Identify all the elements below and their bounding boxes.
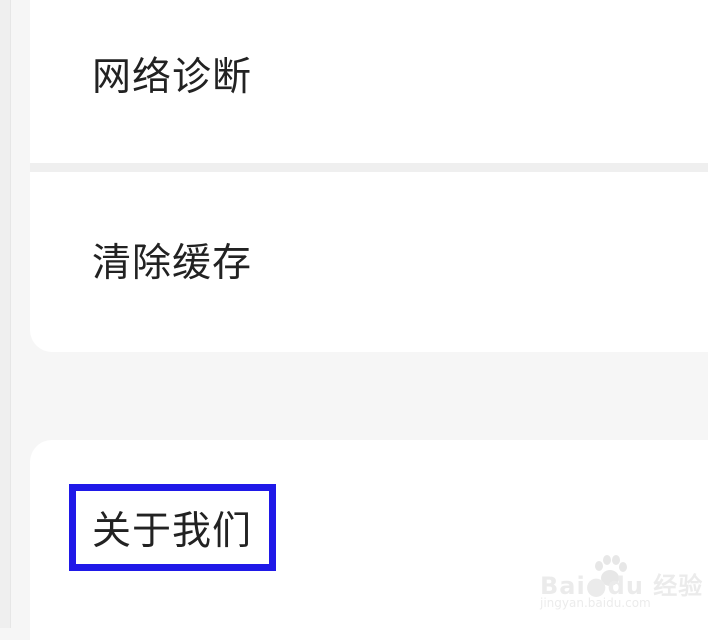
left-edge-shadow [0,0,11,628]
divider [30,163,708,172]
settings-item-label: 关于我们 [92,509,253,554]
settings-item-label: 网络诊断 [92,55,253,100]
watermark-url: jingyan.baidu.com [540,596,651,610]
settings-item-network-diagnosis[interactable]: 网络诊断 [30,0,708,163]
settings-card-tools: 网络诊断 清除缓存 [30,0,708,352]
baidu-jingyan-watermark: Bai●du 经验 jingyan.baidu.com [540,552,708,618]
settings-item-label: 清除缓存 [92,241,253,286]
settings-item-clear-cache[interactable]: 清除缓存 [30,172,708,352]
